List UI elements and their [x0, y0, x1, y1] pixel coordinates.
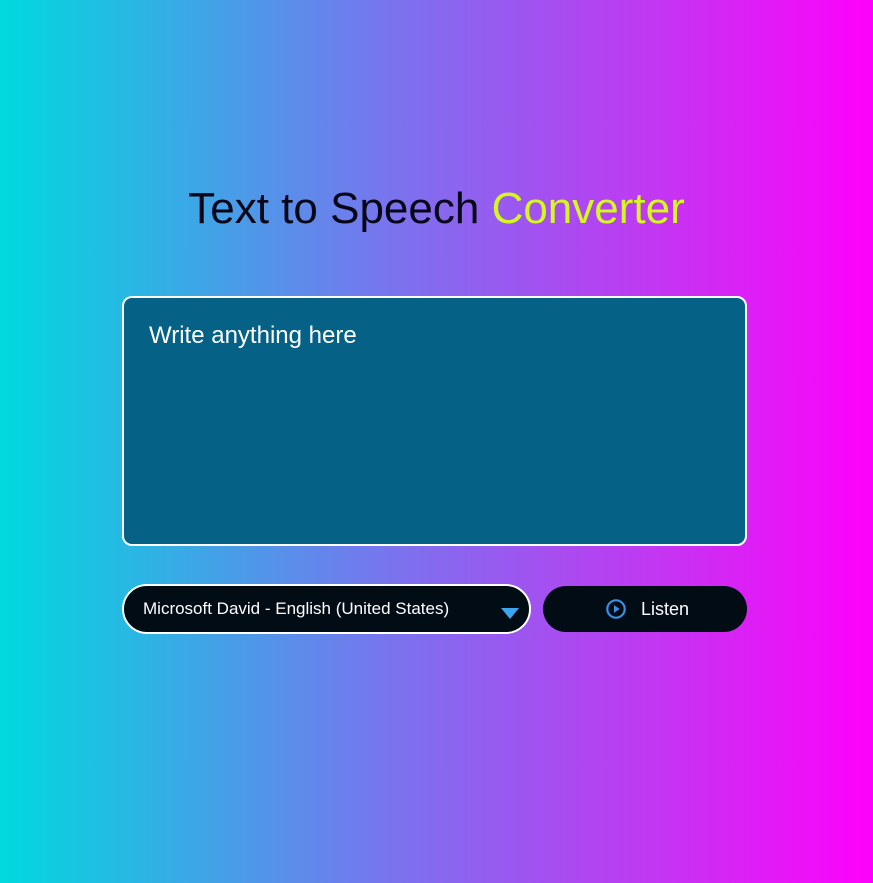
- listen-button-label: Listen: [640, 598, 690, 619]
- voice-select-value: Microsoft David - English (United States…: [143, 599, 450, 618]
- listen-button[interactable]: Listen: [543, 586, 747, 632]
- play-circle-icon: [606, 599, 626, 619]
- title-accent: Converter: [491, 184, 685, 233]
- page-title: Text to Speech Converter: [0, 183, 873, 235]
- caret-down-icon: [501, 608, 519, 619]
- voice-select[interactable]: Microsoft David - English (United States…: [122, 584, 531, 634]
- text-input-container: [122, 296, 747, 546]
- controls-row: Microsoft David - English (United States…: [122, 584, 747, 634]
- text-input[interactable]: [122, 296, 747, 546]
- title-main: Text to Speech: [188, 184, 480, 233]
